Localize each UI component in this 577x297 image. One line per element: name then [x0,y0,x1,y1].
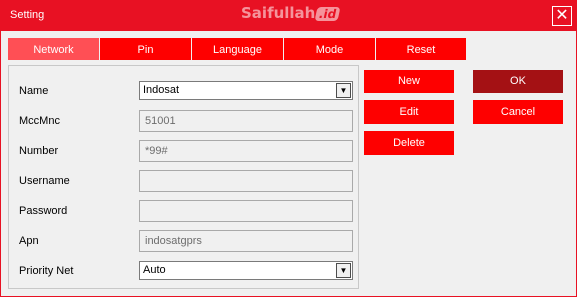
password-label: Password [19,205,68,217]
name-label: Name [19,85,49,97]
tab-reset[interactable]: Reset [376,38,466,60]
tab-mode[interactable]: Mode [284,38,375,60]
username-field[interactable] [139,170,353,192]
tab-language[interactable]: Language [192,38,283,60]
priority-net-select[interactable]: Auto ▼ [139,261,353,280]
apn-field[interactable]: indosatgprs [139,230,353,252]
chevron-down-icon[interactable]: ▼ [336,83,351,98]
watermark-text: Saifullah [241,4,316,22]
priority-net-select-value: Auto [143,264,166,276]
mccmnc-field[interactable]: 51001 [139,110,353,132]
title-bar: Setting Saifullah .id ✕ [1,1,576,31]
apn-label: Apn [19,235,39,247]
chevron-down-icon[interactable]: ▼ [336,263,351,278]
number-label: Number [19,145,59,157]
password-field[interactable] [139,200,353,222]
close-button[interactable]: ✕ [552,6,572,26]
ok-button[interactable]: OK [473,70,563,93]
cancel-button[interactable]: Cancel [473,100,563,124]
tab-pin[interactable]: Pin [100,38,191,60]
watermark-logo: Saifullah .id [241,4,342,22]
close-icon: ✕ [555,7,569,24]
priority-net-label: Priority Net [19,265,74,277]
watermark-suffix: .id [314,7,342,21]
delete-button[interactable]: Delete [364,131,454,155]
tab-network[interactable]: Network [8,38,99,60]
edit-button[interactable]: Edit [364,100,454,124]
name-select[interactable]: Indosat ▼ [139,81,353,100]
number-field[interactable]: *99# [139,140,353,162]
new-button[interactable]: New [364,70,454,93]
username-label: Username [19,175,70,187]
network-settings-panel: Name Indosat ▼ MccMnc 51001 Number *99# … [8,65,359,289]
name-select-value: Indosat [143,84,180,96]
mccmnc-label: MccMnc [19,115,60,127]
window-title: Setting [10,9,45,21]
settings-window: Setting Saifullah .id ✕ Network Pin Langu… [0,0,577,297]
